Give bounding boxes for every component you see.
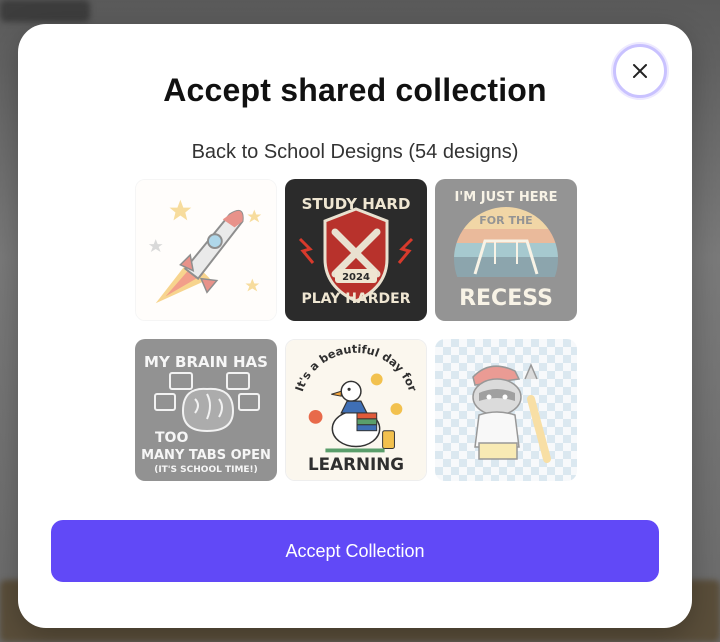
just-here-text: I'M JUST HERE xyxy=(454,190,557,205)
accept-collection-modal: Accept shared collection Back to School … xyxy=(18,24,692,628)
design-thumbnail-recess: I'M JUST HERE FOR THE RECESS xyxy=(435,179,577,321)
learning-text: LEARNING xyxy=(308,454,404,474)
year-text: 2024 xyxy=(342,272,370,283)
school-time-text: (IT'S SCHOOL TIME!) xyxy=(154,465,258,475)
many-tabs-text: MANY TABS OPEN xyxy=(141,448,271,463)
accept-collection-button[interactable]: Accept Collection xyxy=(51,520,659,582)
my-brain-has-text: MY BRAIN HAS xyxy=(144,353,268,371)
too-text: TOO xyxy=(155,430,188,446)
modal-title: Accept shared collection xyxy=(163,72,547,108)
close-icon xyxy=(633,64,647,78)
play-harder-text: PLAY HARDER xyxy=(302,291,411,307)
collection-subtitle: Back to School Designs (54 designs) xyxy=(191,141,519,163)
for-the-text: FOR THE xyxy=(479,214,532,227)
study-hard-text: STUDY HARD xyxy=(302,195,411,213)
design-thumbnail-raccoon xyxy=(435,339,577,481)
design-thumbnail-rocket xyxy=(135,179,277,321)
design-thumbnail-brain-tabs: MY BRAIN HAS TOO MANY TABS OPEN (IT'S SC… xyxy=(135,339,277,481)
design-preview-grid: STUDY HARD 2024 PLAY HARDER I'M JUST HER… xyxy=(135,179,577,483)
design-thumbnail-study-hard: STUDY HARD 2024 PLAY HARDER xyxy=(285,179,427,321)
close-button[interactable] xyxy=(613,44,667,98)
design-thumbnail-goose-learning: It's a beautiful day for LEARNING xyxy=(285,339,427,481)
recess-text: RECESS xyxy=(459,286,553,311)
